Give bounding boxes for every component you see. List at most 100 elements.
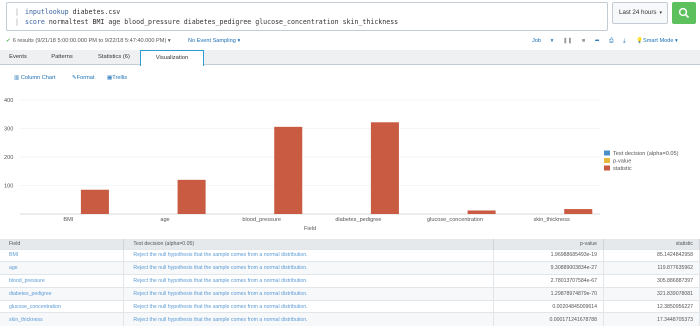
cell-test-decision[interactable]: Reject the null hypothesis that the samp…	[123, 248, 495, 262]
search-icon	[678, 7, 690, 19]
cell-p-value[interactable]: 1.96988685493e-19	[493, 248, 605, 262]
cell-statistic[interactable]: 119.877635962	[603, 261, 700, 275]
cell-p-value[interactable]: 1.29878974879e-70	[493, 286, 605, 301]
cell-test-decision[interactable]: Reject the null hypothesis that the samp…	[123, 312, 495, 326]
pipe-icon: |	[15, 8, 19, 16]
column-chart-icon: ▥	[14, 75, 20, 81]
export-icon[interactable]: ⤓	[623, 38, 625, 44]
results-count: 6 results (9/21/18 5:00:00.000 PM to 9/2…	[12, 38, 167, 44]
x-tick-label: skin_thickness	[533, 217, 570, 223]
bar-diabetes_pedigree	[370, 122, 399, 214]
chevron-down-icon[interactable]: ▾	[166, 38, 171, 44]
y-tick-label: 100	[4, 184, 13, 190]
cell-test-decision[interactable]: Reject the null hypothesis that the samp…	[123, 261, 495, 275]
search-args: normaltest BMI age blood_pressure diabet…	[48, 18, 399, 26]
cell-statistic[interactable]: 305.886887397	[603, 274, 700, 288]
job-menu-label: Job	[532, 38, 542, 44]
pause-icon[interactable]: ❚❚	[563, 38, 572, 44]
cell-p-value[interactable]: 0.000171241678788	[493, 312, 605, 326]
x-axis-title: Field	[304, 226, 316, 232]
search-line-2: | score normaltest BMI age blood_pressur…	[15, 18, 398, 26]
print-icon[interactable]: ⎙	[609, 38, 613, 44]
stop-icon[interactable]: ■	[582, 38, 585, 44]
search-button[interactable]	[672, 2, 696, 24]
legend-label: statistic	[613, 166, 632, 172]
trellis-button[interactable]: ▦Trellis	[107, 75, 127, 81]
pipe-icon: |	[15, 18, 19, 26]
format-button[interactable]: ✎Format	[72, 75, 94, 81]
cell-statistic[interactable]: 17.3448705373	[603, 312, 700, 326]
cell-test-decision[interactable]: Reject the null hypothesis that the samp…	[123, 299, 495, 313]
cell-field[interactable]: glucose_concentration	[0, 299, 125, 313]
y-tick-label: 300	[4, 127, 13, 133]
job-controls: Job ▾ ❚❚ ■ ➦ ⎙ ⤓	[532, 38, 634, 45]
results-summary: ✔ 6 results (9/21/18 5:00:00.000 PM to 9/…	[6, 38, 171, 44]
bar-skin_thickness	[564, 209, 593, 214]
x-tick-label: glucose_concentration	[427, 217, 483, 223]
cell-field[interactable]: age	[0, 261, 125, 275]
y-tick-label: 400	[4, 98, 13, 104]
table-row[interactable]: diabetes_pedigree Reject the null hypoth…	[0, 286, 700, 301]
cell-field[interactable]: BMI	[0, 248, 125, 262]
resize-handle-icon: ▴	[347, 234, 350, 235]
format-label: Format	[76, 75, 95, 81]
results-table: Field Test decision (alpha=0.05) p-value…	[0, 239, 700, 326]
search-command: score	[24, 18, 45, 26]
legend-swatch	[604, 158, 610, 163]
share-icon[interactable]: ➦	[595, 38, 600, 44]
cell-field[interactable]: skin_thickness	[0, 312, 125, 326]
cell-p-value[interactable]: 0.00204845009614	[493, 299, 605, 313]
cell-p-value[interactable]: 2.78013707584e-67	[493, 274, 605, 288]
chart-type-button[interactable]: ▥ Column Chart	[14, 75, 55, 81]
job-status-bar: ✔ 6 results (9/21/18 5:00:00.000 PM to 9/…	[0, 34, 700, 50]
search-query-input[interactable]: | inputlookup diabetes.csv | score norma…	[6, 2, 608, 31]
results-tabs: Events Patterns Statistics (6) Visualiza…	[0, 50, 700, 66]
x-tick-label: diabetes_pedigree	[335, 217, 381, 223]
table-header-row: Field Test decision (alpha=0.05) p-value…	[0, 239, 700, 249]
bar-blood_pressure	[274, 126, 303, 214]
cell-statistic[interactable]: 12.3850956227	[603, 299, 700, 313]
time-range-picker[interactable]: Last 24 hours ▾	[612, 2, 668, 24]
tab-statistics[interactable]: Statistics (6)	[88, 50, 140, 65]
search-mode-label: Smart Mode	[642, 38, 674, 44]
cell-field[interactable]: blood_pressure	[0, 274, 125, 288]
bar-age	[177, 179, 206, 214]
column-header-test-decision[interactable]: Test decision (alpha=0.05)	[123, 239, 495, 249]
job-menu[interactable]: Job ▾	[532, 38, 553, 44]
search-area: | inputlookup diabetes.csv | score norma…	[0, 0, 700, 34]
table-row[interactable]: BMI Reject the null hypothesis that the …	[0, 248, 700, 262]
column-chart-svg: 100 200 300 400 BMI age blood_pressure diabetes…	[4, 98, 679, 235]
tab-patterns[interactable]: Patterns	[36, 50, 88, 65]
y-tick-label: 200	[4, 155, 13, 161]
checkmark-icon: ✔	[6, 38, 11, 44]
x-tick-label: blood_pressure	[242, 217, 281, 223]
event-sampling-dropdown[interactable]: No Event Sampling ▾	[188, 38, 240, 44]
column-header-statistic[interactable]: statistic	[603, 239, 700, 249]
tab-visualization[interactable]: Visualization	[140, 50, 204, 66]
cell-statistic[interactable]: 85.1424842958	[603, 248, 700, 262]
cell-test-decision[interactable]: Reject the null hypothesis that the samp…	[123, 286, 495, 301]
search-line-1: | inputlookup diabetes.csv	[15, 8, 120, 16]
column-header-field[interactable]: Field	[0, 239, 125, 249]
cell-field[interactable]: diabetes_pedigree	[0, 286, 125, 301]
bar-glucose_concentration	[467, 210, 496, 214]
tab-events[interactable]: Events	[0, 50, 36, 65]
x-tick-label: age	[160, 217, 169, 223]
table-row[interactable]: skin_thickness Reject the null hypothesi…	[0, 312, 700, 326]
time-range-label: Last 24 hours	[619, 9, 657, 16]
table-row[interactable]: age Reject the null hypothesis that the …	[0, 261, 700, 275]
search-args: diabetes.csv	[72, 8, 121, 16]
trellis-label: Trellis	[112, 75, 128, 81]
cell-statistic[interactable]: 321.839078081	[603, 286, 700, 301]
chart-type-label: Column Chart	[20, 75, 56, 81]
x-tick-label: BMI	[63, 217, 73, 223]
cell-p-value[interactable]: 9.30889003834e-27	[493, 261, 605, 275]
table-row[interactable]: blood_pressure Reject the null hypothesi…	[0, 274, 700, 288]
table-row[interactable]: glucose_concentration Reject the null hy…	[0, 299, 700, 313]
column-header-p-value[interactable]: p-value	[493, 239, 605, 249]
search-mode-dropdown[interactable]: 💡Smart Mode ▾	[636, 38, 678, 44]
column-chart: 100 200 300 400 BMI age blood_pressure diabetes…	[0, 90, 700, 235]
cell-test-decision[interactable]: Reject the null hypothesis that the samp…	[123, 274, 495, 288]
search-command: inputlookup	[24, 8, 69, 16]
chevron-down-icon: ▾	[659, 10, 663, 16]
